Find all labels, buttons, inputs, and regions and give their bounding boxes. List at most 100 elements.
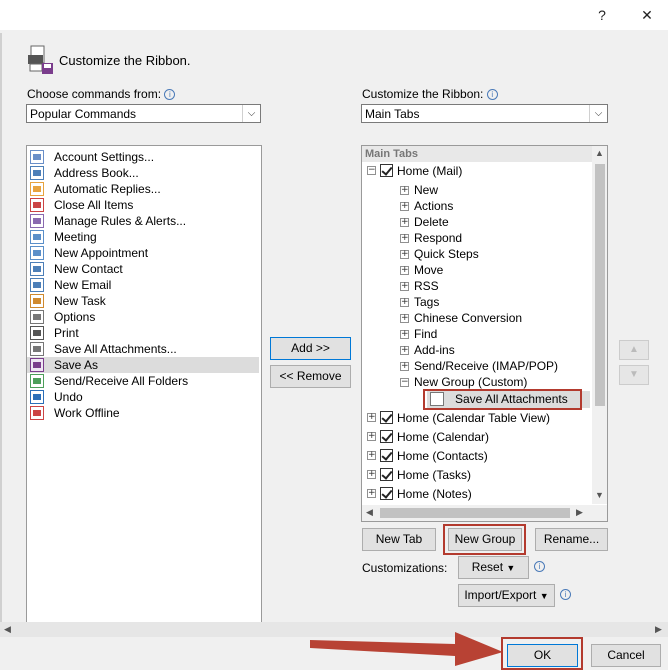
command-label: Account Settings... [54,150,155,164]
move-down-button[interactable]: ▼ [619,365,649,385]
expand-icon[interactable]: + [367,489,376,498]
expand-icon[interactable]: + [400,202,409,211]
rename-button[interactable]: Rename... [535,528,608,551]
command-list-item[interactable]: Manage Rules & Alerts... [27,213,259,229]
command-list-item[interactable]: New Appointment [27,245,259,261]
new-task-icon [30,294,44,308]
scroll-left-icon[interactable]: ◀ [4,624,11,635]
help-button[interactable]: ? [587,4,617,26]
tree-group-item[interactable]: New [414,183,438,197]
tree-group-item[interactable]: Move [414,263,443,277]
expand-icon[interactable]: + [400,346,409,355]
tree-group-item[interactable]: Quick Steps [414,247,479,261]
info-icon: i [534,561,545,572]
chevron-down-icon[interactable]: ⌵ [242,105,260,122]
expand-icon[interactable]: + [367,451,376,460]
expand-icon[interactable]: + [400,266,409,275]
expand-icon[interactable]: + [367,413,376,422]
command-label: Save All Attachments... [54,342,177,356]
tree-vertical-scrollbar[interactable]: ▲ ▼ [592,146,607,504]
command-list-item[interactable]: Account Settings... [27,149,259,165]
tree-tab-item[interactable]: Home (Calendar) [397,430,489,444]
expand-icon[interactable]: + [400,282,409,291]
tab-checkbox[interactable] [380,411,393,424]
command-list-item[interactable]: Work Offline [27,405,259,421]
tab-checkbox[interactable] [380,430,393,443]
import-export-button[interactable]: Import/Export ▼ [458,584,555,607]
tree-group-item[interactable]: Actions [414,199,453,213]
tree-tab-home-mail[interactable]: Home (Mail) [397,164,462,178]
command-list-item[interactable]: Address Book... [27,165,259,181]
command-list-item[interactable]: Save All Attachments... [27,341,259,357]
tree-tab-item[interactable]: Home (Notes) [397,487,472,501]
account-settings-icon [30,150,44,164]
commands-list[interactable]: Account Settings... Address Book... Automa… [26,145,262,635]
command-label: Close All Items [54,198,134,212]
tab-checkbox[interactable] [380,468,393,481]
customize-ribbon-label: Customize the Ribbon: i [362,87,498,101]
command-list-item[interactable]: Undo [27,389,259,405]
ribbon-tree[interactable]: Main Tabs ▲ ▼ ◀ ▶ − Home (Mail) + New + Actio… [361,145,608,522]
command-list-item[interactable]: Automatic Replies... [27,181,259,197]
tab-checkbox[interactable] [380,487,393,500]
scroll-down-icon[interactable]: ▼ [595,490,604,500]
scroll-left-icon[interactable]: ◀ [366,507,373,518]
new-tab-button[interactable]: New Tab [362,528,436,551]
expand-icon[interactable]: + [367,432,376,441]
command-list-item[interactable]: Meeting [27,229,259,245]
tab-checkbox[interactable] [380,449,393,462]
scroll-up-icon[interactable]: ▲ [595,148,604,158]
tree-tab-item[interactable]: Home (Contacts) [397,449,488,463]
customize-ribbon-dropdown[interactable]: Main Tabs ⌵ [361,104,608,123]
info-icon: i [560,589,571,600]
scroll-thumb[interactable] [595,164,605,406]
page-title: Customize the Ribbon. [59,53,191,68]
command-list-item[interactable]: Close All Items [27,197,259,213]
add-button[interactable]: Add >> [270,337,351,360]
expand-icon[interactable]: + [400,250,409,259]
expand-icon[interactable]: + [400,234,409,243]
expand-icon[interactable]: + [367,470,376,479]
command-list-item[interactable]: New Email [27,277,259,293]
scroll-right-icon[interactable]: ▶ [655,624,662,635]
collapse-icon[interactable]: − [367,166,376,175]
expand-icon[interactable]: + [400,186,409,195]
remove-button[interactable]: << Remove [270,365,351,388]
tree-tab-item[interactable]: Home (Tasks) [397,468,471,482]
options-icon [30,310,44,324]
tree-tab-item[interactable]: Home (Calendar Table View) [397,411,550,425]
tree-horizontal-scrollbar[interactable]: ◀ ▶ [362,505,607,521]
scroll-right-icon[interactable]: ▶ [576,507,583,518]
command-list-item[interactable]: Options [27,309,259,325]
tree-group-item[interactable]: Delete [414,215,449,229]
command-list-item[interactable]: New Contact [27,261,259,277]
tree-group-item[interactable]: Add-ins [414,343,455,357]
choose-commands-dropdown[interactable]: Popular Commands ⌵ [26,104,261,123]
chevron-down-icon[interactable]: ⌵ [589,105,607,122]
collapse-icon[interactable]: − [400,378,409,387]
command-list-item[interactable]: New Task [27,293,259,309]
expand-icon[interactable]: + [400,362,409,371]
expand-icon[interactable]: + [400,298,409,307]
tree-group-item[interactable]: Respond [414,231,462,245]
command-label: Send/Receive All Folders [54,374,189,388]
command-list-item[interactable]: Save As [27,357,259,373]
expand-icon[interactable]: + [400,218,409,227]
cancel-button[interactable]: Cancel [591,644,661,667]
tab-checkbox[interactable] [380,164,393,177]
move-up-button[interactable]: ▲ [619,340,649,360]
customize-ribbon-icon [26,45,54,75]
expand-icon[interactable]: + [400,314,409,323]
tree-group-item[interactable]: Find [414,327,437,341]
tree-group-item[interactable]: Chinese Conversion [414,311,522,325]
expand-icon[interactable]: + [400,330,409,339]
tree-group-item[interactable]: Tags [414,295,439,309]
command-list-item[interactable]: Print [27,325,259,341]
tree-group-item[interactable]: Send/Receive (IMAP/POP) [414,359,558,373]
tree-group-item[interactable]: RSS [414,279,439,293]
tree-new-group[interactable]: New Group (Custom) [414,375,527,389]
command-list-item[interactable]: Send/Receive All Folders [27,373,259,389]
scroll-h-thumb[interactable] [380,508,570,518]
close-button[interactable]: ✕ [632,4,662,26]
reset-button[interactable]: Reset ▼ [458,556,529,579]
